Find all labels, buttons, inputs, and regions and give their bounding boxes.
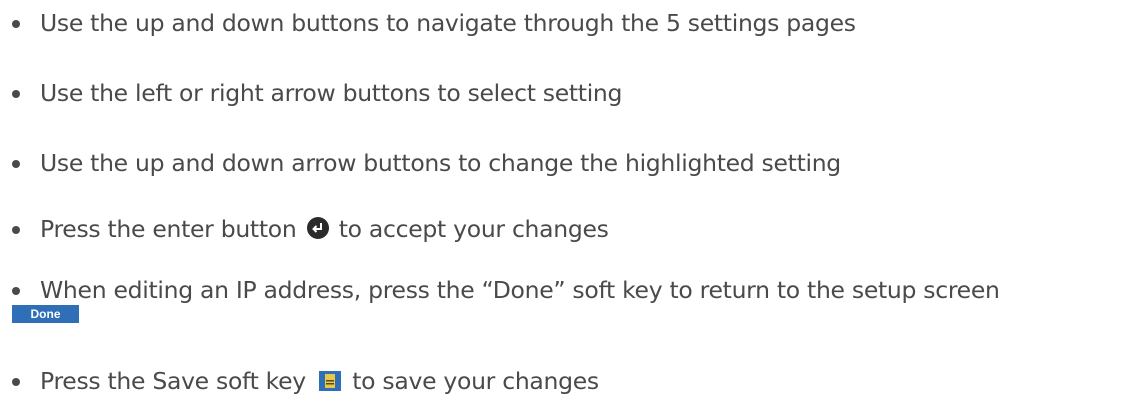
- save-icon: [319, 371, 342, 391]
- text-after-icon: to accept your changes: [338, 215, 609, 243]
- list-item-text: Use the up and down buttons to navigate …: [40, 9, 856, 37]
- list-item-text: Use the up and down arrow buttons to cha…: [40, 149, 841, 177]
- done-soft-key: Done: [12, 305, 79, 323]
- list-item-text: Press the enter button to accept your ch…: [40, 214, 609, 244]
- bullet-dot: [12, 378, 20, 386]
- list-item-text: When editing an IP address, press the “D…: [40, 276, 1000, 304]
- list-item-text: Press the Save soft key to save your cha…: [40, 366, 599, 396]
- bullet-dot: [12, 287, 20, 295]
- instruction-list: Use the up and down buttons to navigate …: [0, 0, 1122, 418]
- bullet-dot: [12, 226, 20, 234]
- bullet-dot: [12, 160, 20, 168]
- bullet-dot: [12, 20, 20, 28]
- list-item-text: Use the left or right arrow buttons to s…: [40, 79, 623, 107]
- text-before-icon: Press the enter button: [40, 215, 297, 243]
- text-after-icon: to save your changes: [352, 367, 599, 395]
- text-before-icon: Press the Save soft key: [40, 367, 306, 395]
- enter-icon: [306, 217, 329, 239]
- bullet-dot: [12, 90, 20, 98]
